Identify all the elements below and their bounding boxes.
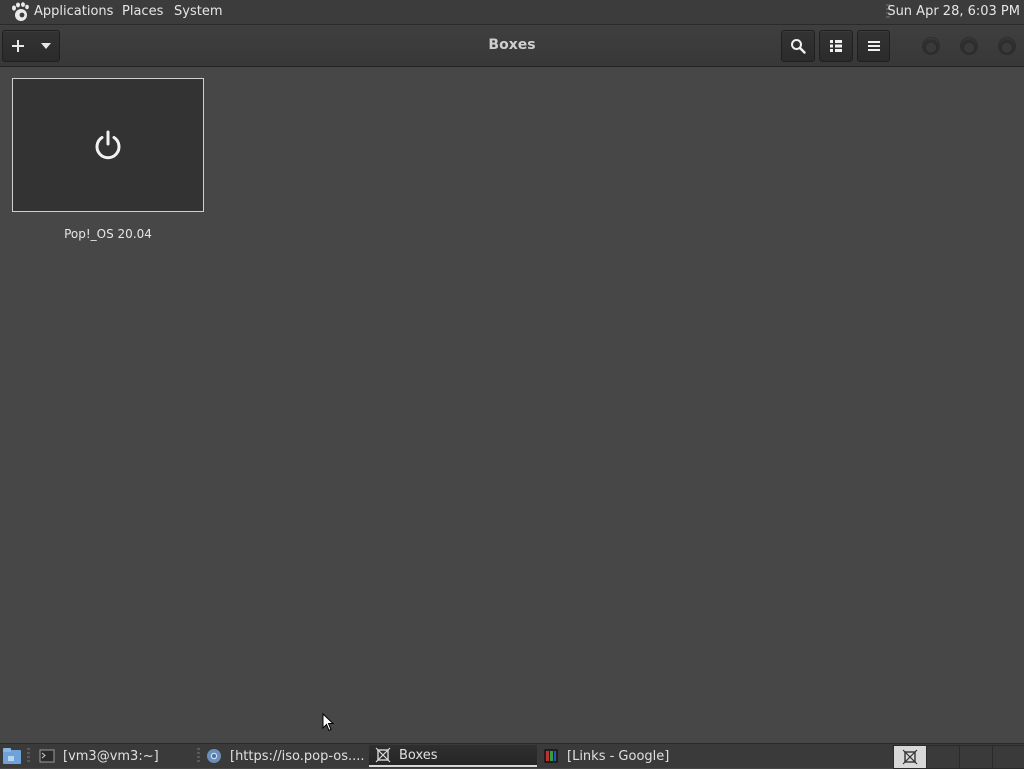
menu-system[interactable]: System (174, 4, 222, 19)
workspace-1[interactable] (893, 745, 927, 769)
workspace-4[interactable] (992, 745, 1024, 769)
list-view-icon (830, 40, 842, 52)
menu-applications[interactable]: Applications (34, 4, 113, 19)
links-icon (544, 749, 558, 763)
task-label: [Links - Google] (567, 748, 670, 764)
show-desktop-icon[interactable] (2, 747, 22, 765)
new-box-button[interactable] (2, 30, 60, 62)
task-label: Boxes (399, 747, 438, 763)
boxes-collection: Pop!_OS 20.04 (0, 67, 1024, 743)
main-menu-button[interactable] (857, 30, 890, 62)
bottom-taskbar: [vm3@vm3:~] [https://iso.pop-os.... Boxe… (0, 743, 1024, 769)
task-links[interactable]: [Links - Google] (537, 745, 707, 767)
close-button[interactable] (998, 37, 1016, 55)
power-icon (95, 130, 121, 160)
clock[interactable]: Sun Apr 28, 6:03 PM (887, 4, 1020, 19)
menu-places[interactable]: Places (122, 4, 163, 19)
search-button[interactable] (781, 30, 815, 62)
search-icon (791, 39, 806, 54)
plus-icon (12, 40, 24, 52)
task-label: [https://iso.pop-os.... (230, 748, 365, 764)
box-thumbnail[interactable] (12, 78, 204, 212)
box-item[interactable]: Pop!_OS 20.04 (12, 78, 204, 241)
headerbar: Boxes (0, 25, 1024, 67)
task-terminal[interactable]: [vm3@vm3:~] (33, 745, 193, 767)
list-view-button[interactable] (819, 30, 853, 62)
hamburger-menu-icon (867, 41, 880, 51)
minimize-button[interactable] (922, 37, 940, 55)
top-panel: Applications Places System Sun Apr 28, 6… (0, 0, 1024, 25)
mouse-cursor-icon (322, 713, 334, 732)
taskbar-separator (27, 748, 30, 764)
task-label: [vm3@vm3:~] (63, 748, 159, 764)
workspace-2[interactable] (926, 745, 960, 769)
boxes-icon (375, 747, 391, 763)
gnome-foot-icon[interactable] (10, 2, 30, 22)
chevron-down-icon (41, 43, 51, 49)
chromium-icon (207, 749, 221, 763)
terminal-icon (39, 749, 55, 763)
workspace-3[interactable] (959, 745, 993, 769)
task-browser[interactable]: [https://iso.pop-os.... (200, 745, 366, 767)
boxes-icon (902, 749, 918, 765)
task-boxes[interactable]: Boxes (369, 745, 537, 767)
maximize-button[interactable] (960, 37, 978, 55)
box-name: Pop!_OS 20.04 (64, 227, 152, 241)
